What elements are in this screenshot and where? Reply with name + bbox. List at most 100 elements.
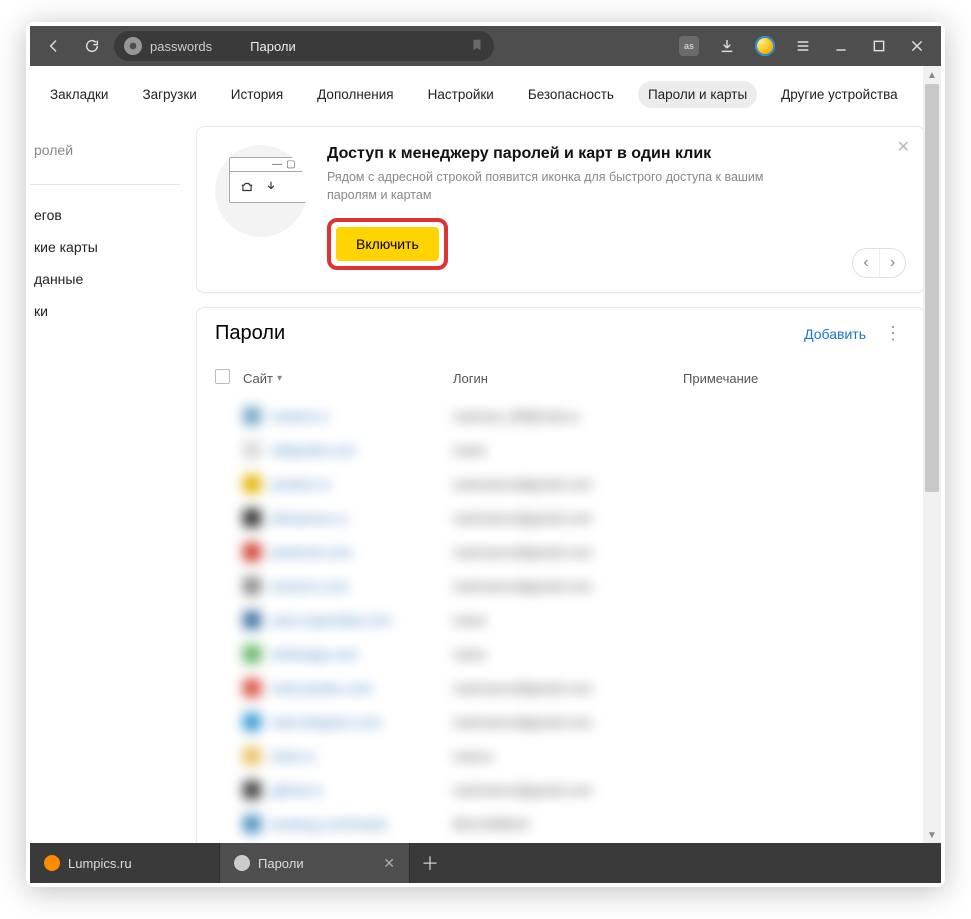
row-site: avito.ru (271, 749, 453, 764)
row-site: pinterest.com (271, 545, 453, 560)
site-favicon (243, 645, 261, 663)
window-maximize-button[interactable] (863, 30, 895, 62)
extension-lastfm-icon[interactable]: as (673, 30, 705, 62)
row-site: yandex.ru (271, 477, 453, 492)
back-button[interactable] (38, 30, 70, 62)
password-rows-blurred: market.ruivanivan_89@mail.ruwikipedia.co… (215, 399, 906, 841)
browser-tab[interactable]: Пароли ✕ (220, 843, 410, 883)
table-row[interactable]: pinterest.comivanivanov@gmail.com (215, 535, 906, 569)
row-login: ivanivan_89@mail.ru (453, 409, 683, 424)
column-site-header[interactable]: Сайт ▾ (243, 371, 453, 386)
scroll-thumb[interactable] (925, 84, 939, 492)
row-login: ivanivanov@gmail.com (453, 579, 683, 594)
row-site: auto-superdata.com (271, 613, 453, 628)
nav-tab[interactable]: Закладки (40, 81, 118, 108)
enable-button[interactable]: Включить (336, 227, 439, 261)
promo-description: Рядом с адресной строкой появится иконка… (327, 169, 807, 204)
address-title: Пароли (250, 39, 296, 54)
site-favicon (243, 713, 261, 731)
site-favicon (243, 577, 261, 595)
chevron-down-icon: ▾ (277, 373, 282, 384)
menu-button[interactable] (787, 30, 819, 62)
address-keyword: passwords (150, 39, 212, 54)
reload-button[interactable] (76, 30, 108, 62)
table-row[interactable]: yandex.ruivanivanov@gmail.com (215, 467, 906, 501)
column-note-header[interactable]: Примечание (683, 371, 906, 386)
row-login: Ivanov (453, 749, 683, 764)
promo-pager: ‹ › (852, 248, 906, 278)
sidebar-item[interactable]: ки (30, 295, 180, 327)
nav-tab[interactable]: Настройки (418, 81, 504, 108)
row-login: Ivane (453, 613, 683, 628)
site-favicon (243, 441, 261, 459)
window-minimize-button[interactable] (825, 30, 857, 62)
table-row[interactable]: avito.ruIvanov (215, 739, 906, 773)
bookmark-icon[interactable] (470, 38, 484, 55)
add-password-button[interactable]: Добавить (804, 326, 866, 342)
promo-next-button[interactable]: › (879, 249, 905, 277)
more-menu-button[interactable]: ⋮ (880, 323, 906, 344)
tab-label: Lumpics.ru (68, 856, 132, 871)
downloads-button[interactable] (711, 30, 743, 62)
passwords-panel: Пароли Добавить ⋮ Сайт ▾ Логин Примечани… (196, 307, 925, 844)
nav-tab[interactable]: Дополнения (307, 81, 403, 108)
scroll-down-button[interactable]: ▼ (923, 826, 941, 844)
sidebar-search-input[interactable]: ролей (30, 136, 180, 170)
nav-tab[interactable]: Загрузки (132, 81, 206, 108)
site-favicon (243, 679, 261, 697)
table-row[interactable]: market.ruivanivan_89@mail.ru (215, 399, 906, 433)
nav-tab[interactable]: Безопасность (518, 81, 624, 108)
row-site: aliexpress.ru (271, 511, 453, 526)
sidebar-item[interactable]: егов (30, 199, 180, 231)
row-login: Ivane (453, 647, 683, 662)
vertical-scrollbar[interactable]: ▲ ▼ (923, 66, 941, 844)
site-favicon (243, 543, 261, 561)
page-content: Закладки Загрузки История Дополнения Настрой… (30, 66, 941, 844)
row-login: 8912348819 (453, 817, 683, 832)
site-favicon (243, 815, 261, 833)
site-favicon (243, 509, 261, 527)
tab-strip: Lumpics.ru Пароли ✕ ＋ (30, 843, 941, 883)
table-row[interactable]: wikipedia.comIvane (215, 433, 906, 467)
address-bar[interactable]: passwords Пароли (114, 31, 494, 61)
scroll-up-button[interactable]: ▲ (923, 66, 941, 84)
window-close-button[interactable] (901, 30, 933, 62)
table-row[interactable]: mail.yandex.comivanivanov@gmail.com (215, 671, 906, 705)
table-row[interactable]: amazon.comivanivanov@gmail.com (215, 569, 906, 603)
browser-tab[interactable]: Lumpics.ru (30, 843, 220, 883)
new-tab-button[interactable]: ＋ (410, 843, 450, 883)
promo-close-button[interactable]: ✕ (897, 137, 910, 157)
promo-title: Доступ к менеджеру паролей и карт в один… (327, 145, 807, 163)
row-login: ivanivanov@gmail.com (453, 681, 683, 696)
site-favicon (243, 407, 261, 425)
tab-close-button[interactable]: ✕ (383, 855, 395, 872)
table-row[interactable]: auto-superdata.comIvane (215, 603, 906, 637)
table-row[interactable]: booking.com/hotels8912348819 (215, 807, 906, 841)
row-site: amazon.com (271, 579, 453, 594)
site-identity-icon (124, 37, 142, 55)
promo-illustration: —▢✕ (215, 145, 307, 237)
nav-tab[interactable]: Пароли и карты (638, 81, 757, 108)
row-site: web.telegram.com (271, 715, 453, 730)
sidebar-item[interactable]: данные (30, 263, 180, 295)
tab-favicon (234, 855, 250, 871)
table-row[interactable]: whatsapp.comIvane (215, 637, 906, 671)
select-all-checkbox[interactable] (215, 369, 230, 384)
table-row[interactable]: aliexpress.ruivanivanov@gmail.com (215, 501, 906, 535)
row-site: wikipedia.com (271, 443, 453, 458)
weather-icon[interactable] (749, 30, 781, 62)
row-login: ivanivanov@gmail.com (453, 477, 683, 492)
column-login-header[interactable]: Логин (453, 371, 683, 386)
nav-tab[interactable]: История (221, 81, 293, 108)
table-row[interactable]: github.ioivanivanov@gmail.com (215, 773, 906, 807)
site-favicon (243, 747, 261, 765)
row-login: Ivane (453, 443, 683, 458)
panel-title: Пароли (215, 322, 804, 345)
site-favicon (243, 781, 261, 799)
nav-tab[interactable]: Другие устройства (771, 81, 908, 108)
sidebar-item[interactable]: кие карты (30, 231, 180, 263)
table-row[interactable]: web.telegram.comivanivanov@gmail.com (215, 705, 906, 739)
promo-card: —▢✕ Доступ к менеджеру паролей и карт в … (196, 126, 925, 293)
promo-prev-button[interactable]: ‹ (853, 249, 879, 277)
tab-label: Пароли (258, 856, 304, 871)
